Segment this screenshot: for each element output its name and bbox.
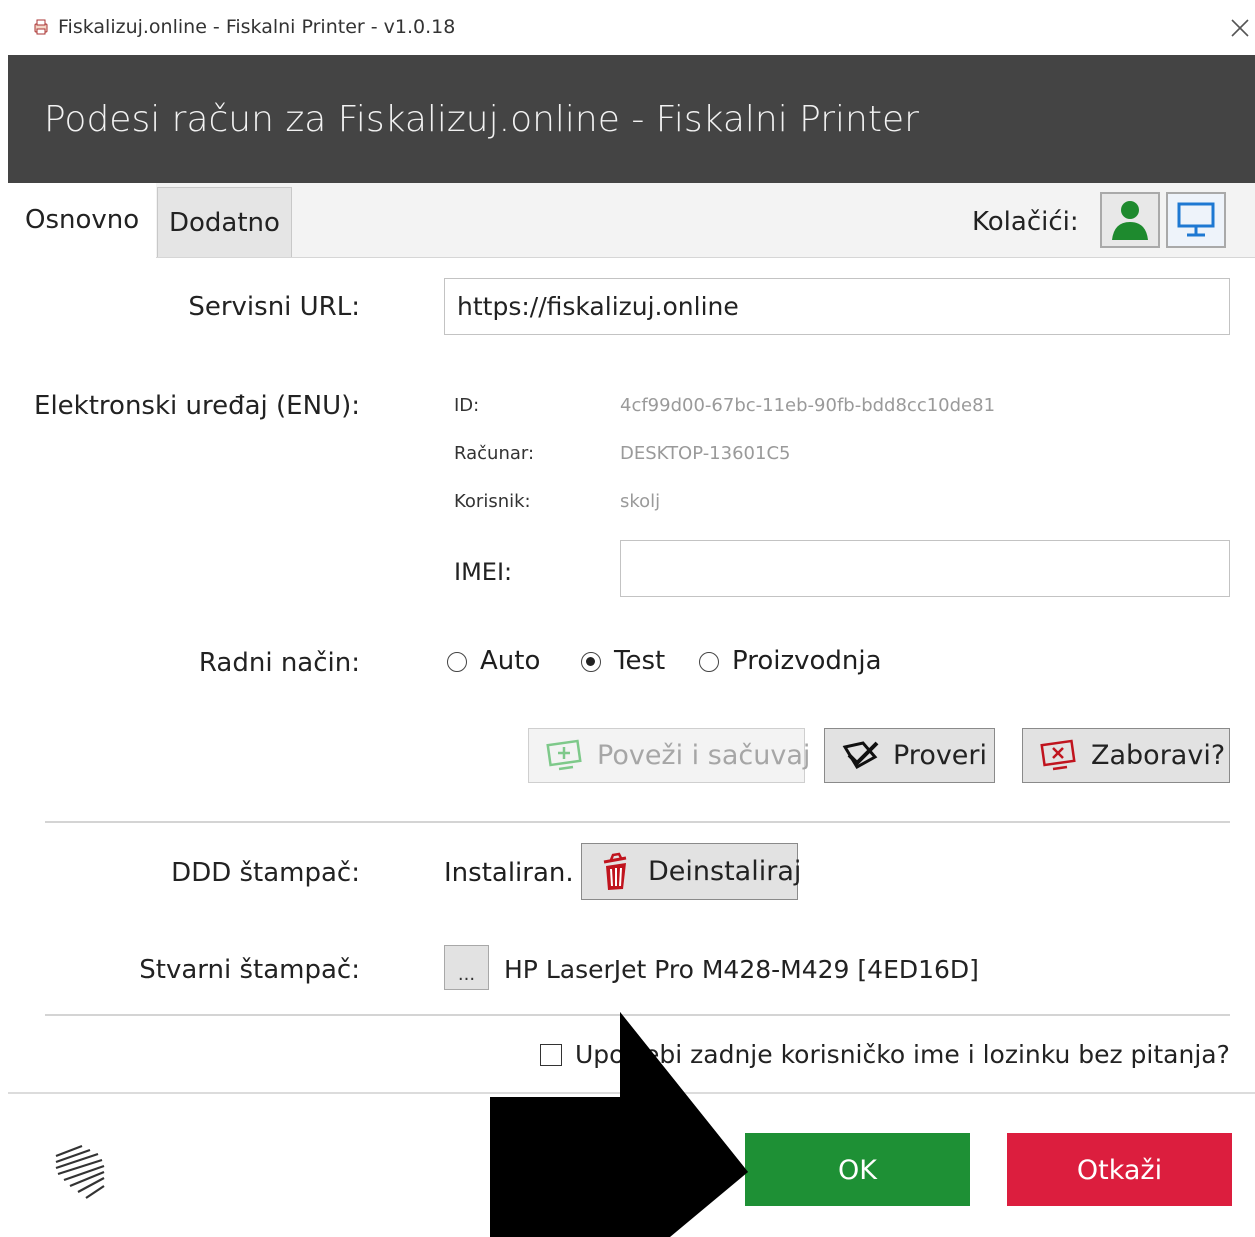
logo-icon (55, 1144, 105, 1199)
ddd-printer-status: Instaliran. (444, 858, 574, 888)
monitor-remove-icon (1040, 739, 1076, 771)
tab-dodatno[interactable]: Dodatno (157, 187, 292, 257)
check-button[interactable]: Proveri (824, 728, 995, 783)
device-user-label: Korisnik: (454, 491, 531, 512)
cookies-label: Kolačići: (972, 207, 1079, 237)
radio-production-label[interactable]: Proizvodnja (732, 646, 882, 676)
cancel-label: Otkaži (1076, 1155, 1163, 1186)
uninstall-label: Deinstaliraj (648, 856, 802, 887)
connect-save-button[interactable]: Poveži i sačuvaj (528, 728, 810, 783)
check-label: Proveri (893, 740, 988, 771)
uninstall-button[interactable]: Deinstaliraj (581, 843, 802, 900)
device-label: Elektronski uređaj (ENU): (34, 391, 360, 421)
monitor-icon (1177, 202, 1215, 237)
title-bar: Fiskalizuj.online - Fiskalni Printer - v… (0, 0, 1255, 55)
real-printer-name: HP LaserJet Pro M428-M429 [4ED16D] (504, 955, 979, 984)
device-computer-label: Računar: (454, 443, 535, 464)
imei-input[interactable] (620, 540, 1230, 597)
dialog-header: Podesi račun za Fiskalizuj.online - Fisk… (8, 55, 1255, 183)
pointer-arrow-annotation (490, 1012, 748, 1237)
cookie-user-button[interactable] (1100, 192, 1160, 248)
cookie-computer-button[interactable] (1166, 192, 1226, 248)
window-title: Fiskalizuj.online - Fiskalni Printer - v… (58, 16, 456, 38)
real-printer-label: Stvarni štampač: (139, 955, 360, 985)
forget-label: Zaboravi? (1091, 740, 1226, 771)
browse-printer-button[interactable]: ... (444, 945, 489, 990)
ddd-printer-label: DDD štampač: (171, 858, 360, 888)
user-icon (1112, 201, 1148, 240)
radio-test[interactable] (581, 652, 601, 672)
monitor-add-icon (546, 739, 582, 771)
forget-button[interactable]: Zaboravi? (1022, 728, 1230, 783)
cancel-button[interactable]: Otkaži (1007, 1133, 1232, 1206)
device-user-value: skolj (620, 491, 661, 512)
ok-label: OK (838, 1155, 877, 1186)
radio-auto[interactable] (447, 652, 467, 672)
mode-label: Radni način: (198, 648, 360, 678)
tab-osnovno[interactable]: Osnovno (8, 183, 156, 259)
radio-auto-label[interactable]: Auto (480, 646, 540, 676)
imei-label: IMEI: (454, 558, 513, 586)
app-icon (34, 19, 48, 35)
radio-test-label[interactable]: Test (614, 646, 665, 676)
tab-label: Osnovno (25, 205, 140, 235)
close-icon[interactable] (1222, 10, 1255, 44)
service-url-label: Servisni URL: (188, 292, 360, 322)
device-id-value: 4cf99d00-67bc-11eb-90fb-bdd8cc10de81 (620, 395, 996, 416)
divider (45, 821, 1230, 823)
service-url-input[interactable] (444, 278, 1230, 335)
device-computer-value: DESKTOP-13601C5 (620, 443, 791, 464)
ok-button[interactable]: OK (745, 1133, 970, 1206)
dialog-title: Podesi račun za Fiskalizuj.online - Fisk… (44, 99, 919, 140)
checkmark-icon (842, 741, 879, 770)
device-id-label: ID: (454, 395, 480, 416)
connect-save-label: Poveži i sačuvaj (597, 740, 811, 771)
tab-label: Dodatno (169, 208, 280, 238)
radio-production[interactable] (699, 652, 719, 672)
trash-icon (603, 852, 627, 890)
browse-label: ... (457, 964, 476, 985)
